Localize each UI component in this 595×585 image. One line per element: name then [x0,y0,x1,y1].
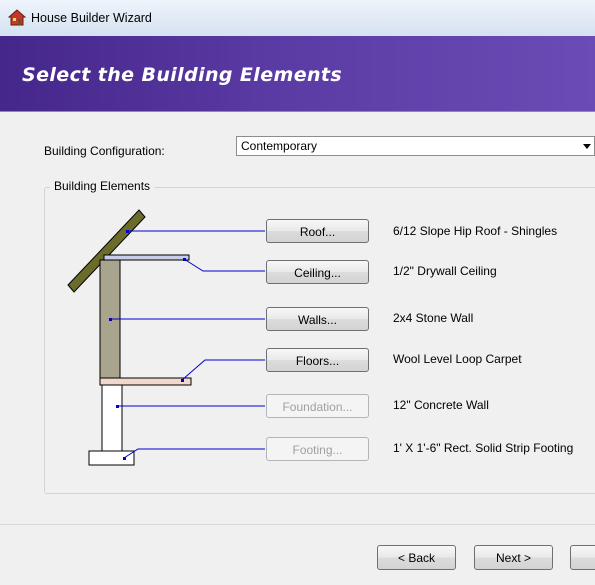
floors-description: Wool Level Loop Carpet [393,352,522,366]
title-bar: House Builder Wizard [0,0,595,37]
divider [0,524,595,525]
building-configuration-dropdown[interactable]: Contemporary [236,136,595,156]
dropdown-arrow-icon[interactable] [583,144,591,149]
roof-description: 6/12 Slope Hip Roof - Shingles [393,224,558,238]
house-icon [8,9,26,26]
ceiling-button[interactable]: Ceiling... [266,260,369,284]
next-button[interactable]: Next > [474,545,553,570]
page-title: Select the Building Elements [22,64,343,86]
window-title: House Builder Wizard [31,11,152,25]
floors-button[interactable]: Floors... [266,348,369,372]
back-button[interactable]: < Back [377,545,456,570]
group-title: Building Elements [50,179,155,193]
cancel-button[interactable] [570,545,595,570]
footing-description: 1' X 1'-6" Rect. Solid Strip Footing [393,441,574,455]
roof-button[interactable]: Roof... [266,219,369,243]
building-configuration-label: Building Configuration: [44,144,165,158]
ceiling-description: 1/2" Drywall Ceiling [393,264,497,278]
header-banner: Select the Building Elements [0,36,595,111]
foundation-description: 12" Concrete Wall [393,398,489,412]
walls-description: 2x4 Stone Wall [393,311,474,325]
foundation-button[interactable]: Foundation... [266,394,369,418]
dropdown-value: Contemporary [241,139,318,153]
walls-button[interactable]: Walls... [266,307,369,331]
footing-button[interactable]: Footing... [266,437,369,461]
divider [0,111,595,112]
